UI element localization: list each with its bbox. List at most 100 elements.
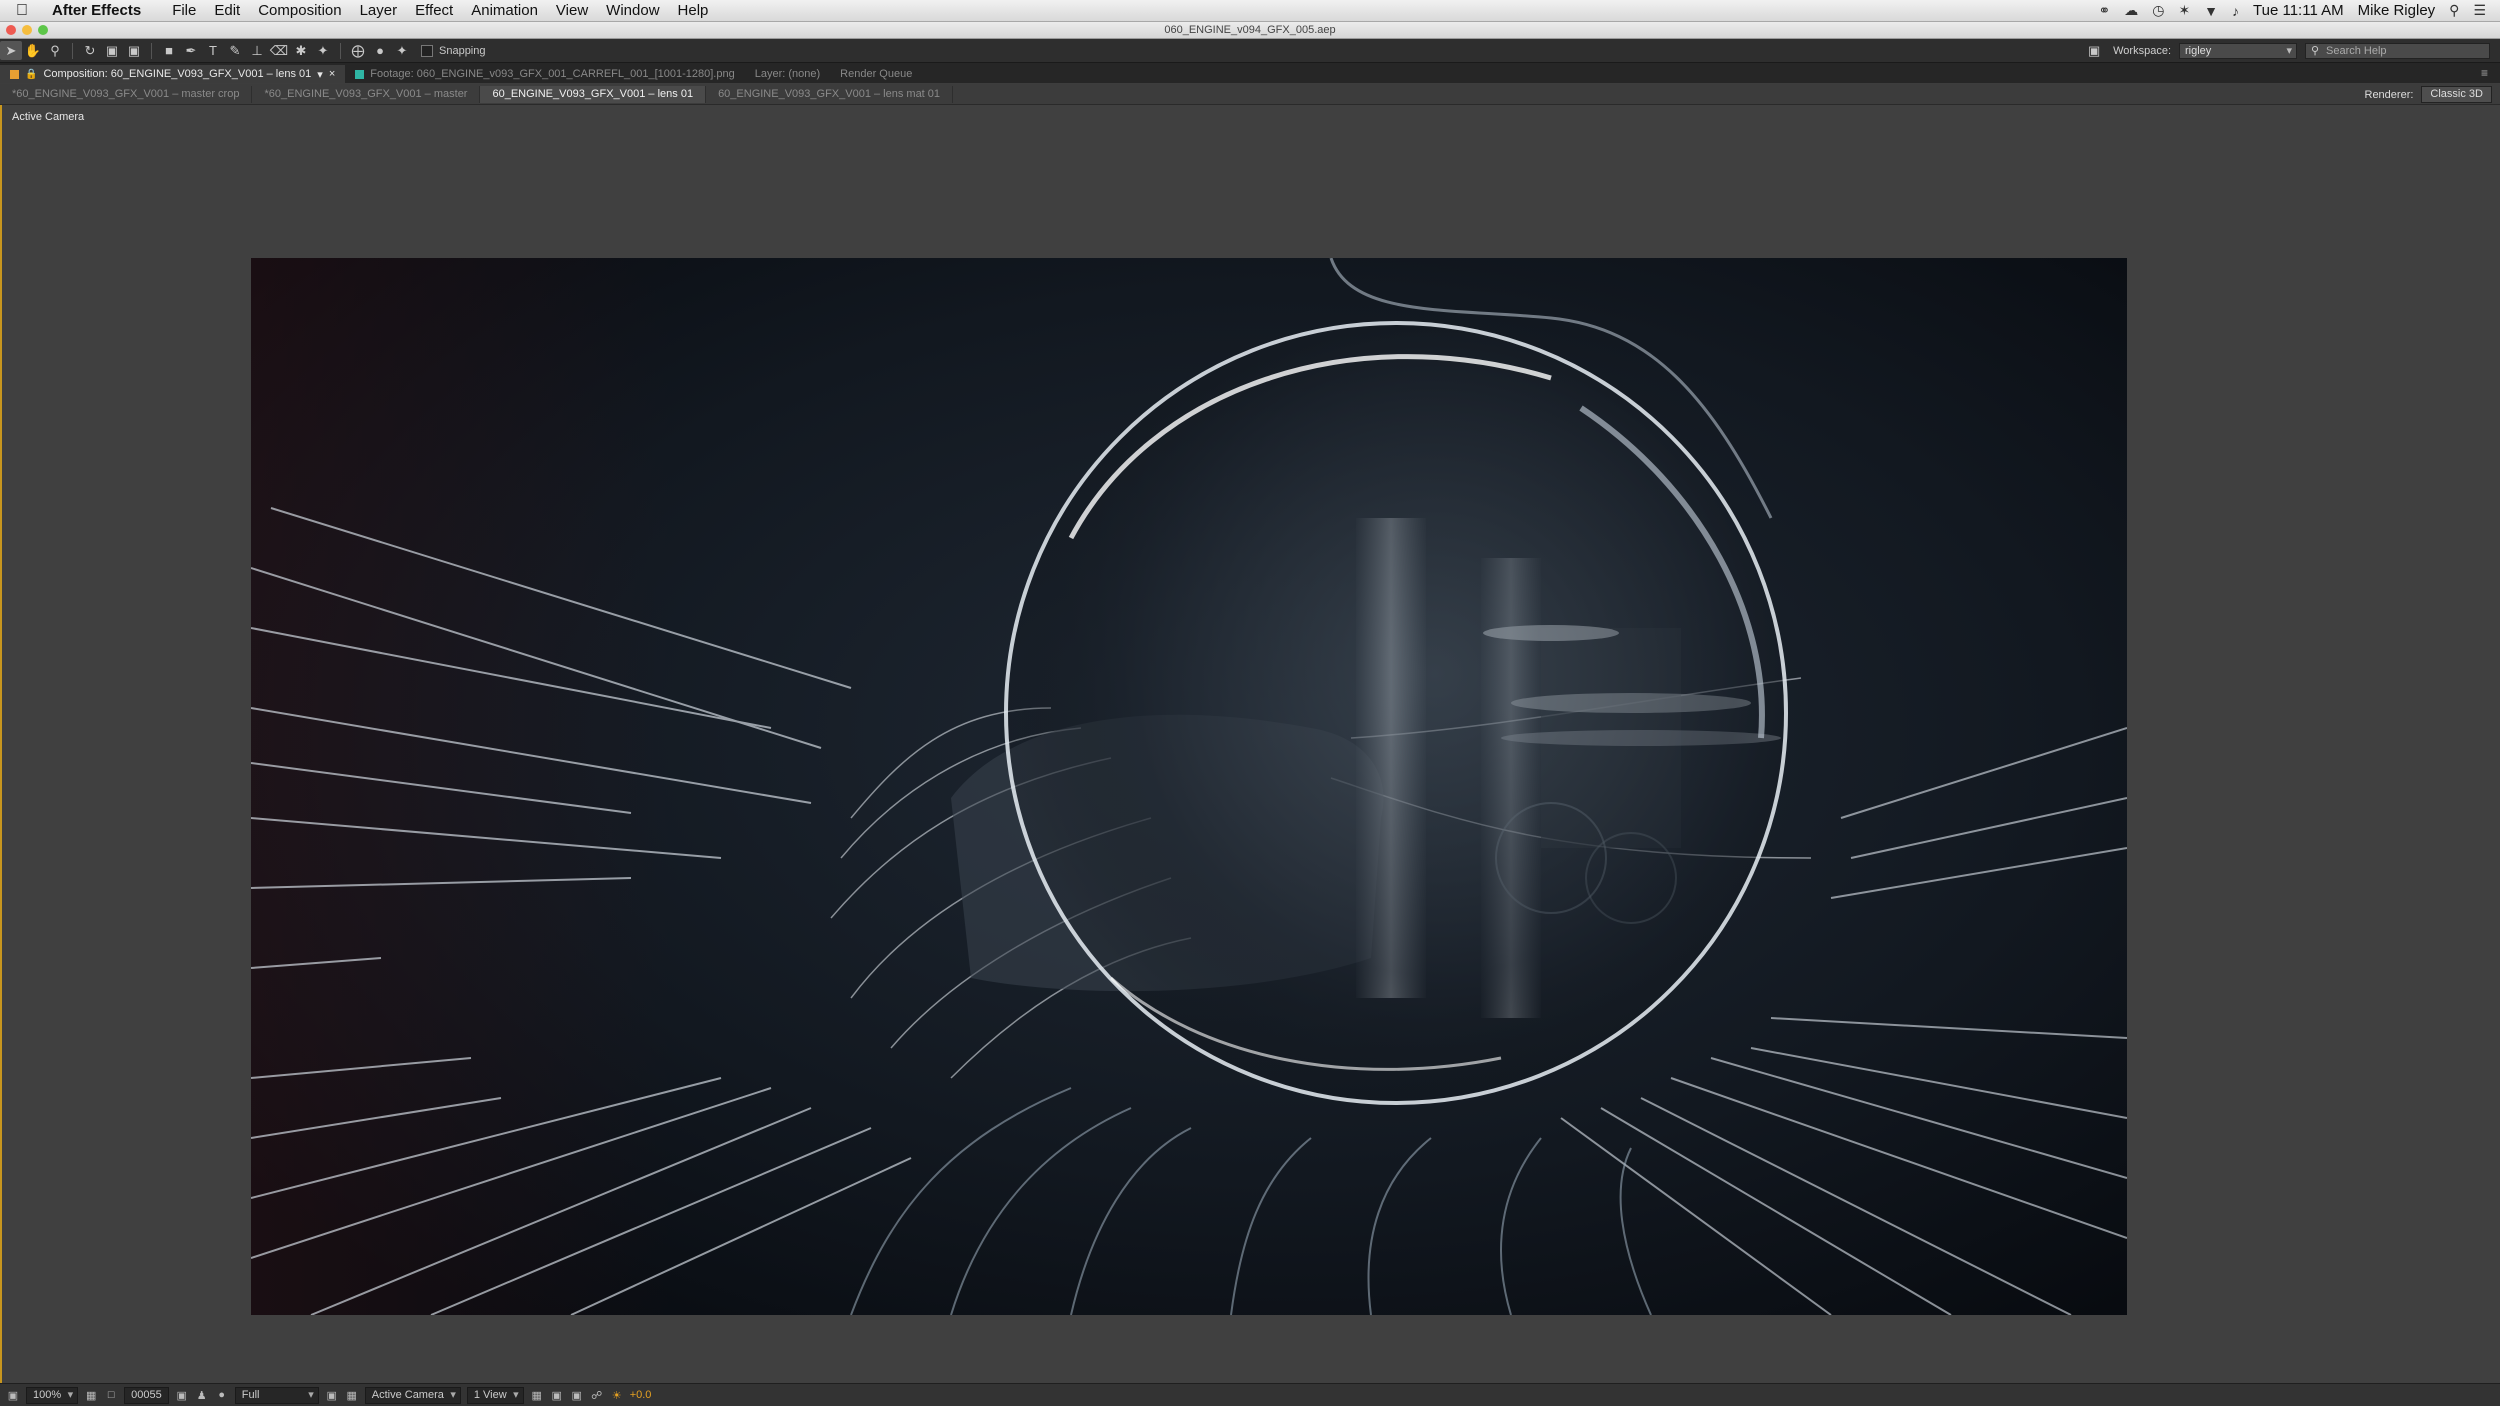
search-help-placeholder: Search Help	[2326, 44, 2387, 57]
world-axis-mode-icon[interactable]: ●	[369, 41, 391, 60]
comp-tab-lens-mat-01[interactable]: 60_ENGINE_V093_GFX_V001 – lens mat 01	[706, 85, 954, 103]
flowchart-icon[interactable]: ☍	[590, 1388, 604, 1402]
menu-help[interactable]: Help	[669, 2, 718, 19]
window-controls	[6, 25, 48, 35]
menu-file[interactable]: File	[163, 2, 205, 19]
menu-view[interactable]: View	[547, 2, 597, 19]
composition-navigator: *60_ENGINE_V093_GFX_V001 – master crop *…	[0, 84, 2500, 105]
always-preview-icon[interactable]: ▣	[6, 1388, 20, 1402]
menu-layer[interactable]: Layer	[351, 2, 407, 19]
local-axis-mode-icon[interactable]: ⨁	[347, 41, 369, 60]
color-channel-icon[interactable]: ●	[215, 1388, 229, 1402]
fast-previews-icon[interactable]: ▣	[550, 1388, 564, 1402]
pan-behind-tool-icon[interactable]: ▣	[123, 41, 145, 60]
notification-list-icon[interactable]: ☰	[2473, 2, 2486, 19]
creative-cloud-icon[interactable]: ⚭	[2098, 2, 2110, 19]
view-axis-mode-icon[interactable]: ✦	[391, 41, 413, 60]
user-name[interactable]: Mike Rigley	[2358, 2, 2436, 19]
hand-tool-icon[interactable]: ✋	[22, 41, 44, 60]
renderer-button[interactable]: Classic 3D	[2421, 86, 2492, 103]
tools-panel: ➤ ✋ ⚲ ↻ ▣ ▣ ■ ✒ T ✎ ⊥ ⌫ ✱ ✦ ⨁ ● ✦ Snappi…	[0, 39, 2500, 63]
tab-layer[interactable]: Layer: (none)	[745, 65, 830, 83]
spotlight-search-icon[interactable]: ⚲	[2449, 2, 2459, 19]
wifi-icon[interactable]: ▼	[2204, 3, 2218, 19]
exposure-icon[interactable]: ☀	[610, 1388, 624, 1402]
layer-tab-label: Layer: (none)	[754, 68, 821, 80]
workspace-select[interactable]: rigley	[2179, 42, 2297, 59]
menu-edit[interactable]: Edit	[205, 2, 249, 19]
pixel-aspect-icon[interactable]: ▦	[530, 1388, 544, 1402]
eraser-tool-icon[interactable]: ⌫	[268, 41, 290, 60]
glass-sphere	[1006, 323, 1786, 1103]
footage-tab-label: Footage: 060_ENGINE_v093_GFX_001_CARREFL…	[370, 68, 735, 80]
type-tool-icon[interactable]: T	[202, 41, 224, 60]
close-tab-icon[interactable]: ×	[329, 68, 335, 80]
composition-frame[interactable]	[251, 258, 2127, 1315]
composition-label-color	[10, 69, 19, 79]
panel-menu-icon[interactable]: ≡	[2481, 66, 2488, 80]
status-area: ⚭ ☁ ◷ ✶ ▼ ♪ Tue 11:11 AM Mike Rigley ⚲ ☰	[2098, 0, 2500, 21]
resolution-select[interactable]: Full	[234, 1386, 319, 1404]
comp-tab-master-crop[interactable]: *60_ENGINE_V093_GFX_V001 – master crop	[0, 85, 253, 103]
active-camera-label: Active Camera	[12, 111, 85, 123]
comp-tab-master[interactable]: *60_ENGINE_V093_GFX_V001 – master	[252, 85, 481, 103]
tab-render-queue[interactable]: Render Queue	[830, 65, 922, 83]
puppet-pin-tool-icon[interactable]: ✦	[312, 41, 334, 60]
volume-icon[interactable]: ♪	[2232, 3, 2239, 19]
search-help-field[interactable]: ⚲ Search Help	[2305, 42, 2490, 59]
close-window-button[interactable]	[6, 25, 16, 35]
timecode-field[interactable]: 00055	[124, 1386, 169, 1404]
viewer-panel-tabs: 🔒 Composition: 60_ENGINE_V093_GFX_V001 –…	[0, 63, 2500, 83]
safe-zones-icon[interactable]: ▦	[84, 1388, 98, 1402]
selection-tool-icon[interactable]: ➤	[0, 41, 22, 60]
rectangle-tool-icon[interactable]: ■	[158, 41, 180, 60]
snapping-checkbox[interactable]	[421, 44, 433, 57]
bluetooth-icon[interactable]: ✶	[2178, 2, 2190, 19]
timeline-icon[interactable]: ▣	[570, 1388, 584, 1402]
window-title: 060_ENGINE_v094_GFX_005.aep	[1164, 24, 1336, 36]
brush-tool-icon[interactable]: ✎	[224, 41, 246, 60]
roto-brush-tool-icon[interactable]: ✱	[290, 41, 312, 60]
search-icon: ⚲	[2311, 44, 2320, 57]
composition-tab-label: Composition: 60_ENGINE_V093_GFX_V001 – l…	[43, 68, 312, 80]
zoom-window-button[interactable]	[38, 25, 48, 35]
zoom-tool-icon[interactable]: ⚲	[44, 41, 66, 60]
menu-effect[interactable]: Effect	[406, 2, 462, 19]
clock[interactable]: Tue 11:11 AM	[2253, 2, 2344, 19]
view-layout-select[interactable]: 1 View	[466, 1386, 524, 1404]
pen-tool-icon[interactable]: ✒	[180, 41, 202, 60]
time-machine-icon[interactable]: ◷	[2152, 2, 2164, 19]
menu-animation[interactable]: Animation	[462, 2, 547, 19]
camera-view-select[interactable]: Active Camera	[364, 1386, 461, 1404]
cloud-icon[interactable]: ☁	[2124, 2, 2138, 19]
region-of-interest-icon[interactable]: ▣	[325, 1388, 339, 1402]
tool-divider	[340, 42, 341, 59]
exposure-value[interactable]: +0.0	[630, 1389, 652, 1401]
camera-tool-icon[interactable]: ▣	[101, 41, 123, 60]
lock-icon[interactable]: 🔒	[25, 69, 37, 80]
composition-viewer[interactable]: Active Camera	[0, 105, 2500, 1383]
rotation-tool-icon[interactable]: ↻	[79, 41, 101, 60]
zoom-select[interactable]: 100%	[26, 1386, 79, 1404]
window-title-bar: 060_ENGINE_v094_GFX_005.aep	[0, 22, 2500, 39]
comp-tab-lens-01[interactable]: 60_ENGINE_V093_GFX_V001 – lens 01	[480, 85, 707, 103]
snapshot-camera-icon[interactable]: ▣	[175, 1388, 189, 1402]
composition-dropdown-icon[interactable]: ▾	[317, 68, 323, 81]
workspace-camera-icon[interactable]: ▣	[2083, 41, 2105, 60]
workspace-label: Workspace:	[2113, 44, 2171, 57]
renderer-control: Renderer: Classic 3D	[2364, 86, 2492, 103]
show-snapshot-icon[interactable]: ♟	[195, 1388, 209, 1402]
mask-visibility-icon[interactable]: □	[104, 1388, 118, 1402]
render-queue-tab-label: Render Queue	[840, 68, 913, 80]
transparency-grid-icon[interactable]: ▦	[345, 1388, 359, 1402]
menu-window[interactable]: Window	[597, 2, 668, 19]
app-menu[interactable]: After Effects	[44, 2, 149, 19]
clone-stamp-tool-icon[interactable]: ⊥	[246, 41, 268, 60]
menu-composition[interactable]: Composition	[249, 2, 350, 19]
renderer-label: Renderer:	[2364, 88, 2414, 101]
tab-footage[interactable]: Footage: 060_ENGINE_v093_GFX_001_CARREFL…	[345, 65, 744, 83]
tool-divider	[72, 42, 73, 59]
tab-composition[interactable]: 🔒 Composition: 60_ENGINE_V093_GFX_V001 –…	[0, 65, 346, 83]
apple-menu-icon[interactable]: 	[0, 2, 44, 20]
minimize-window-button[interactable]	[22, 25, 32, 35]
